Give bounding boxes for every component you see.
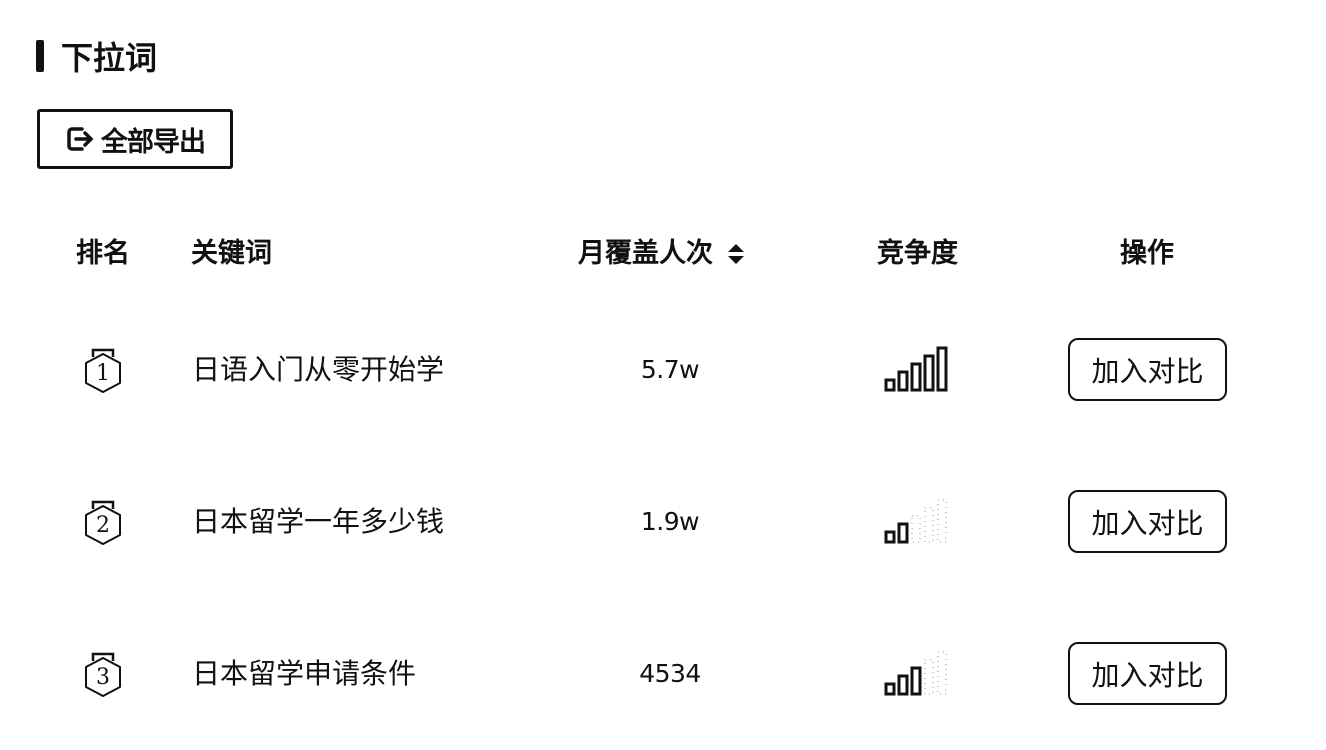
competition-bar: [884, 682, 896, 696]
rank-number: 3: [96, 665, 110, 690]
rank-number: 1: [96, 361, 110, 386]
competition-signal-icon: [884, 499, 947, 544]
rank-badge-icon: 1: [82, 346, 124, 394]
competition-bar: [884, 378, 896, 392]
sort-icon[interactable]: [725, 240, 747, 268]
title-accent-bar: [36, 40, 44, 72]
column-header-coverage-label: 月覆盖人次: [578, 238, 713, 269]
table-row: 3 日本留学申请条件 4534 加入对比: [0, 634, 1326, 714]
table-row: 1 日语入门从零开始学 5.7w 加入对比: [0, 330, 1326, 410]
keyword-text: 日语入门从零开始学: [192, 353, 445, 386]
keyword-text: 日本留学申请条件: [192, 657, 417, 690]
column-header-coverage[interactable]: 月覆盖人次: [578, 234, 747, 274]
competition-bar: [924, 507, 934, 543]
rank-badge-icon: 3: [82, 650, 124, 698]
column-header-action: 操作: [1120, 238, 1174, 269]
competition-bar: [923, 354, 935, 392]
competition-bar: [897, 674, 909, 696]
competition-bar: [937, 499, 947, 543]
competition-bar: [936, 346, 948, 392]
table-row: 2 日本留学一年多少钱 1.9w 加入对比: [0, 482, 1326, 562]
keyword-text: 日本留学一年多少钱: [192, 505, 445, 538]
export-all-button[interactable]: 全部导出: [37, 109, 233, 169]
section-title: 下拉词: [61, 39, 158, 77]
competition-bar: [897, 370, 909, 392]
coverage-value: 1.9w: [640, 507, 700, 536]
competition-bar: [924, 659, 934, 695]
coverage-value: 5.7w: [640, 355, 700, 384]
add-to-compare-button[interactable]: 加入对比: [1068, 338, 1227, 401]
rank-number: 2: [96, 513, 110, 538]
section-header: 下拉词: [36, 36, 158, 77]
coverage-value: 4534: [639, 659, 701, 688]
column-header-competition: 竞争度: [877, 238, 958, 269]
competition-signal-icon: [884, 346, 948, 392]
column-header-keyword: 关键词: [191, 238, 272, 269]
competition-bar: [910, 666, 922, 696]
competition-bar: [884, 530, 896, 544]
competition-signal-icon: [884, 651, 947, 696]
rank-badge-icon: 2: [82, 498, 124, 546]
competition-bar: [937, 651, 947, 695]
column-header-rank: 排名: [76, 238, 130, 269]
competition-bar: [911, 515, 921, 543]
competition-bar: [897, 522, 909, 544]
export-icon: [65, 124, 95, 154]
add-to-compare-button[interactable]: 加入对比: [1068, 490, 1227, 553]
add-to-compare-button[interactable]: 加入对比: [1068, 642, 1227, 705]
competition-bar: [910, 362, 922, 392]
export-all-label: 全部导出: [101, 126, 206, 158]
